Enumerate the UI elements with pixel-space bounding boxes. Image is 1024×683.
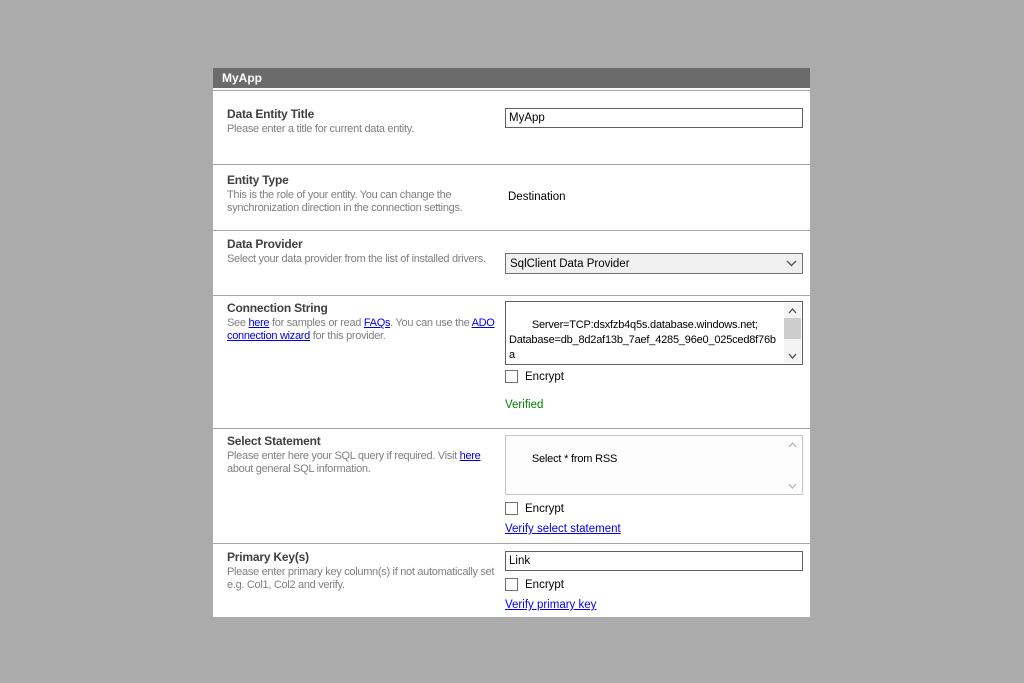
description-text: for this provider. [310, 330, 386, 342]
section-heading: Data Provider [227, 237, 505, 251]
select-encrypt-row: Encrypt [505, 502, 564, 515]
section-heading: Primary Key(s) [227, 550, 505, 564]
encrypt-label: Encrypt [525, 503, 564, 515]
section-label-block: Select Statement Please enter here your … [227, 434, 505, 476]
data-provider-select[interactable]: SqlClient Data Provider [505, 253, 803, 274]
encrypt-checkbox[interactable] [505, 578, 518, 591]
connection-verified-status: Verified [505, 399, 543, 411]
section-heading: Data Entity Title [227, 107, 505, 121]
description-text: Please enter here your SQL query if requ… [227, 450, 460, 462]
scroll-down-icon[interactable] [784, 478, 801, 493]
scrollbar[interactable] [784, 437, 801, 493]
encrypt-checkbox[interactable] [505, 502, 518, 515]
scrollbar-thumb[interactable] [784, 318, 801, 339]
faqs-link[interactable]: FAQs [364, 317, 390, 329]
chevron-down-icon [786, 258, 797, 270]
select-statement-textarea[interactable]: Select * from RSS [505, 435, 803, 495]
section-label-block: Entity Type This is the role of your ent… [227, 173, 505, 215]
verify-primary-key-link[interactable]: Verify primary key [505, 599, 596, 611]
section-heading: Entity Type [227, 173, 505, 187]
scrollbar[interactable] [784, 303, 801, 363]
encrypt-label: Encrypt [525, 579, 564, 591]
section-data-entity-title: Data Entity Title Please enter a title f… [213, 91, 810, 164]
myapp-entity-panel: MyApp Data Entity Title Please enter a t… [213, 68, 810, 617]
entity-type-value: Destination [508, 191, 806, 203]
section-data-provider: Data Provider Select your data provider … [213, 230, 810, 295]
section-entity-type: Entity Type This is the role of your ent… [213, 164, 810, 230]
section-description: Select your data provider from the list … [227, 253, 505, 266]
connection-encrypt-row: Encrypt [505, 370, 564, 383]
section-description: Please enter here your SQL query if requ… [227, 450, 505, 476]
verify-select-statement-link[interactable]: Verify select statement [505, 523, 621, 535]
panel-title: MyApp [213, 68, 810, 88]
data-provider-selected-option: SqlClient Data Provider [510, 258, 630, 270]
description-text: about general SQL information. [227, 463, 370, 475]
sql-info-link[interactable]: here [460, 450, 481, 462]
encrypt-checkbox[interactable] [505, 370, 518, 383]
section-description: See here for samples or read FAQs. You c… [227, 317, 505, 343]
encrypt-label: Encrypt [525, 371, 564, 383]
section-heading: Connection String [227, 301, 505, 315]
description-text: for samples or read [269, 317, 364, 329]
select-statement-value: Select * from RSS [532, 453, 617, 465]
connection-string-value: Server=TCP:dsxfzb4q5s.database.windows.n… [509, 319, 776, 365]
panel-body: Data Entity Title Please enter a title f… [213, 91, 810, 617]
desktop-background: { "window": { "title": "MyApp" }, "label… [0, 0, 1024, 683]
scroll-down-icon[interactable] [784, 348, 801, 363]
primary-keys-input[interactable] [505, 551, 803, 571]
section-label-block: Connection String See here for samples o… [227, 301, 505, 343]
scroll-up-icon[interactable] [784, 303, 801, 318]
section-description: This is the role of your entity. You can… [227, 189, 505, 215]
connection-string-textarea[interactable]: Server=TCP:dsxfzb4q5s.database.windows.n… [505, 301, 803, 365]
section-primary-keys: Primary Key(s) Please enter primary key … [213, 543, 810, 617]
data-entity-title-input[interactable] [505, 108, 803, 128]
section-description: Please enter primary key column(s) if no… [227, 566, 505, 592]
primary-keys-encrypt-row: Encrypt [505, 578, 564, 591]
description-text: . You can use the [390, 317, 471, 329]
section-description: Please enter a title for current data en… [227, 123, 505, 136]
section-label-block: Primary Key(s) Please enter primary key … [227, 550, 505, 592]
section-label-block: Data Provider Select your data provider … [227, 237, 505, 266]
section-select-statement: Select Statement Please enter here your … [213, 428, 810, 543]
section-heading: Select Statement [227, 434, 505, 448]
description-text: See [227, 317, 248, 329]
section-label-block: Data Entity Title Please enter a title f… [227, 107, 505, 136]
scroll-up-icon[interactable] [784, 437, 801, 452]
connection-samples-link[interactable]: here [248, 317, 269, 329]
section-connection-string: Connection String See here for samples o… [213, 295, 810, 428]
